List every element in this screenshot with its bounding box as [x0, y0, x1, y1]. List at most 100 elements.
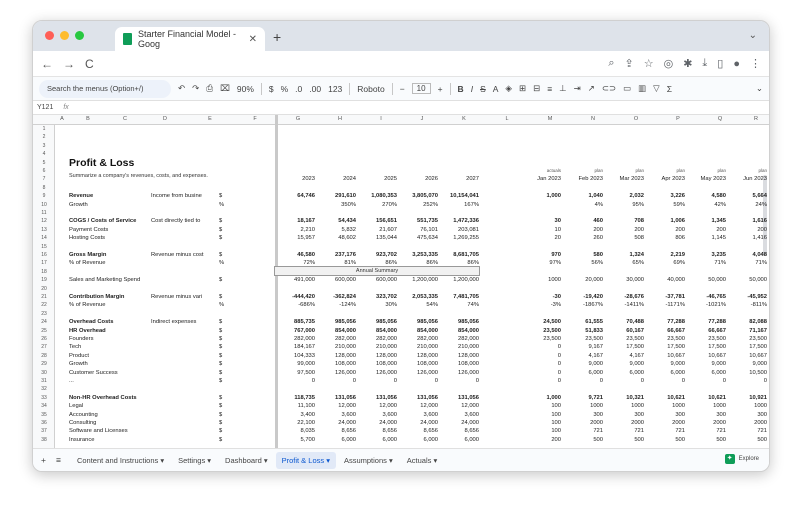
row-header[interactable]: 28: [33, 353, 55, 359]
row-header[interactable]: 30: [33, 370, 55, 376]
column-header[interactable]: C: [107, 116, 143, 122]
column-header[interactable]: H: [319, 116, 361, 122]
share-icon[interactable]: ⇪: [624, 57, 633, 70]
sheet-tab[interactable]: Settings ▾: [172, 452, 217, 469]
column-header[interactable]: P: [657, 116, 699, 122]
align-icon[interactable]: ≡: [547, 84, 552, 94]
row-header[interactable]: 37: [33, 428, 55, 434]
row-header[interactable]: 10: [33, 202, 55, 208]
sheet-tab[interactable]: Content and Instructions ▾: [71, 452, 170, 469]
font-size-decrease-button[interactable]: −: [400, 84, 405, 94]
column-header[interactable]: G: [277, 116, 319, 122]
sheet-tab[interactable]: Profit & Loss ▾: [275, 451, 336, 469]
forward-button[interactable]: →: [63, 57, 75, 71]
row-header[interactable]: 22: [33, 302, 55, 308]
row-header[interactable]: 3: [33, 143, 55, 149]
row-header[interactable]: 34: [33, 403, 55, 409]
new-tab-button[interactable]: +: [273, 29, 281, 45]
row-header[interactable]: 26: [33, 336, 55, 342]
row-header[interactable]: 1: [33, 126, 55, 132]
chart-icon[interactable]: ▥: [638, 83, 646, 94]
search-menus-input[interactable]: Search the menus (Option+/): [39, 79, 171, 98]
currency-format-button[interactable]: $: [269, 84, 274, 94]
column-header[interactable]: B: [69, 116, 107, 122]
row-header[interactable]: 8: [33, 185, 55, 191]
row-header[interactable]: 21: [33, 294, 55, 300]
row-header[interactable]: 29: [33, 361, 55, 367]
add-sheet-button[interactable]: +: [41, 455, 46, 465]
row-header[interactable]: 23: [33, 311, 55, 317]
row-header[interactable]: 6: [33, 168, 55, 174]
row-header[interactable]: 11: [33, 210, 55, 216]
number-format-button[interactable]: 123: [328, 84, 342, 94]
column-header[interactable]: O: [615, 116, 657, 122]
column-header[interactable]: M: [529, 116, 571, 122]
filter-icon[interactable]: ▽: [653, 83, 660, 94]
row-header[interactable]: 36: [33, 420, 55, 426]
row-header[interactable]: 7: [33, 176, 55, 182]
vertical-scrollbar[interactable]: [763, 175, 767, 255]
print-icon[interactable]: ⎙: [206, 83, 213, 94]
spreadsheet-grid[interactable]: ABCDEFGHIJKLMNOPQR 1 2 3 4 5 6 7 8 9 10 11 12 13 14 15…: [33, 115, 769, 448]
text-color-button[interactable]: A: [493, 84, 499, 94]
column-header[interactable]: L: [485, 116, 529, 122]
row-header[interactable]: 15: [33, 244, 55, 250]
extension-icon[interactable]: ◎: [664, 57, 674, 70]
row-header[interactable]: 33: [33, 395, 55, 401]
row-header[interactable]: 27: [33, 344, 55, 350]
column-header[interactable]: I: [361, 116, 401, 122]
row-header[interactable]: 17: [33, 260, 55, 266]
rotate-icon[interactable]: ↗: [588, 83, 595, 94]
column-header[interactable]: E: [187, 116, 233, 122]
reload-button[interactable]: C: [85, 57, 94, 71]
column-header[interactable]: R: [741, 116, 769, 122]
zoom-icon[interactable]: ⌕: [608, 57, 614, 70]
zoom-select[interactable]: 90%: [237, 84, 254, 94]
column-header[interactable]: N: [571, 116, 615, 122]
valign-icon[interactable]: ⊥: [559, 83, 566, 94]
back-button[interactable]: ←: [41, 57, 53, 71]
row-header[interactable]: 12: [33, 218, 55, 224]
redo-icon[interactable]: ↷: [192, 83, 199, 94]
row-header[interactable]: 38: [33, 437, 55, 443]
percent-format-button[interactable]: %: [281, 84, 289, 94]
paint-format-icon[interactable]: ⌧: [220, 83, 230, 94]
strikethrough-button[interactable]: S: [480, 84, 486, 94]
column-header[interactable]: J: [401, 116, 443, 122]
explore-button[interactable]: ✦ Explore: [724, 454, 759, 464]
sheet-tab[interactable]: Dashboard ▾: [219, 452, 274, 469]
row-header[interactable]: 24: [33, 319, 55, 325]
decrease-decimal-button[interactable]: .0: [295, 84, 302, 94]
bookmark-star-icon[interactable]: ☆: [644, 57, 654, 70]
maximize-window-button[interactable]: [75, 31, 84, 40]
column-header[interactable]: Q: [699, 116, 741, 122]
row-header[interactable]: 25: [33, 328, 55, 334]
row-header[interactable]: 31: [33, 378, 55, 384]
profile-avatar[interactable]: ●: [733, 58, 740, 70]
row-header[interactable]: 5: [33, 160, 55, 166]
cell-reference[interactable]: Y121: [37, 104, 53, 111]
functions-icon[interactable]: Σ: [667, 84, 672, 94]
collapse-toolbar-icon[interactable]: ⌄: [756, 83, 763, 94]
row-header[interactable]: 20: [33, 286, 55, 292]
tab-list-chevron-icon[interactable]: ⌄: [749, 30, 757, 41]
row-header[interactable]: 16: [33, 252, 55, 258]
undo-icon[interactable]: ↶: [178, 83, 185, 94]
column-header[interactable]: A: [55, 116, 69, 122]
puzzle-icon[interactable]: ✱: [683, 57, 692, 70]
row-header[interactable]: 14: [33, 235, 55, 241]
row-header[interactable]: 18: [33, 269, 55, 275]
font-size-increase-button[interactable]: +: [438, 84, 443, 94]
borders-icon[interactable]: ⊞: [519, 83, 526, 94]
download-icon[interactable]: ⤓: [702, 57, 707, 70]
menu-kebab-icon[interactable]: ⋮: [750, 57, 761, 70]
row-header[interactable]: 9: [33, 193, 55, 199]
font-select[interactable]: Roboto: [357, 84, 384, 94]
row-header[interactable]: 32: [33, 386, 55, 392]
sheet-tab[interactable]: Assumptions ▾: [338, 452, 399, 469]
close-window-button[interactable]: [45, 31, 54, 40]
row-header[interactable]: 35: [33, 412, 55, 418]
column-header[interactable]: F: [233, 116, 277, 122]
minimize-window-button[interactable]: [60, 31, 69, 40]
column-header[interactable]: K: [443, 116, 485, 122]
